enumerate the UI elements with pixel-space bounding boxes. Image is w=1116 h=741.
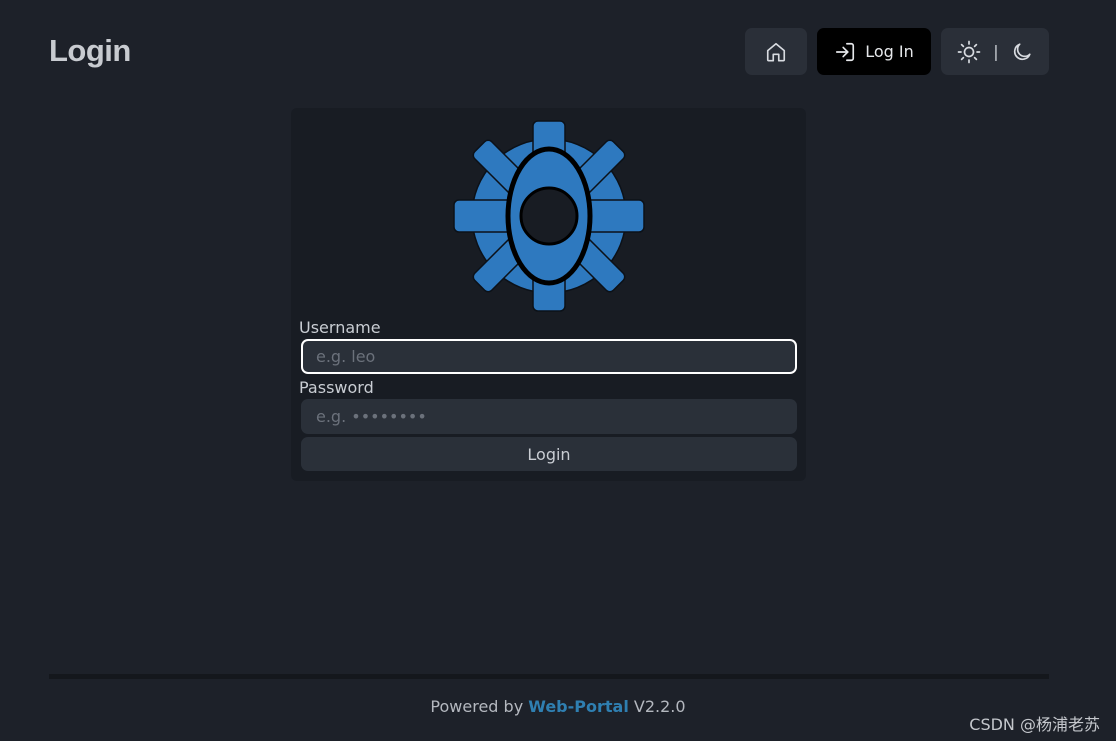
home-button[interactable] xyxy=(745,28,807,75)
moon-icon[interactable] xyxy=(1011,41,1033,63)
password-field[interactable] xyxy=(301,399,797,434)
login-nav-label: Log In xyxy=(865,42,914,61)
theme-toggle[interactable]: | xyxy=(941,28,1049,75)
login-submit-button[interactable]: Login xyxy=(301,437,797,471)
footer-divider xyxy=(49,674,1049,679)
brand-link[interactable]: Web-Portal xyxy=(528,697,629,716)
footer: Powered by Web-Portal V2.2.0 xyxy=(0,697,1116,716)
password-label: Password xyxy=(299,378,374,397)
home-icon xyxy=(765,41,787,63)
login-card: Username Password Login xyxy=(291,108,806,481)
sun-icon[interactable] xyxy=(957,40,981,64)
page-title: Login xyxy=(49,33,131,68)
gear-eye-logo xyxy=(453,120,645,312)
watermark: CSDN @杨浦老苏 xyxy=(969,715,1100,734)
version-text: V2.2.0 xyxy=(633,697,686,716)
login-arrow-icon xyxy=(834,41,856,63)
username-label: Username xyxy=(299,318,381,337)
username-field[interactable] xyxy=(301,339,797,374)
theme-separator: | xyxy=(993,42,999,61)
login-nav-button[interactable]: Log In xyxy=(817,28,931,75)
footer-prefix: Powered by xyxy=(430,697,524,716)
